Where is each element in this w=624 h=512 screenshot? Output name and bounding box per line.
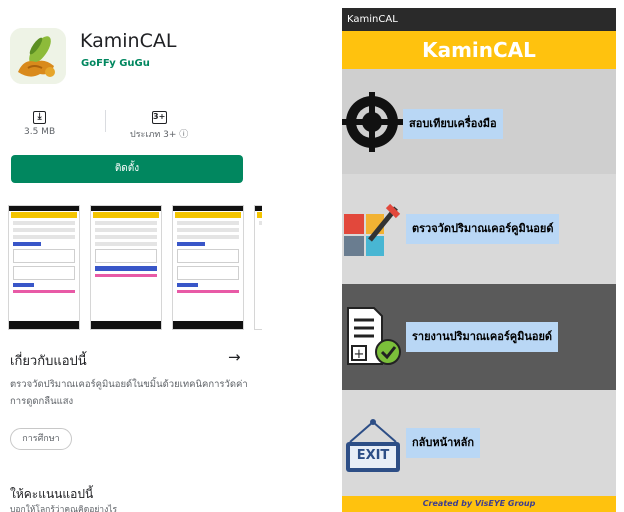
menu-item-label: กลับหน้าหลัก (406, 428, 480, 458)
content-rating-stat[interactable]: 3+ ประเภท 3+ ⓘ (130, 104, 188, 141)
app-icon[interactable] (10, 28, 66, 84)
screenshot-thumbnail[interactable] (90, 205, 162, 330)
size-stat: ⤓ 3.5 MB (24, 104, 55, 137)
color-dropper-icon (344, 200, 402, 262)
about-section-title[interactable]: เกี่ยวกับแอปนี้ (10, 350, 87, 371)
menu-item-report[interactable]: + รายงานปริมาณเคอร์คูมินอยด์ (342, 284, 616, 390)
about-description: ตรวจวัดปริมาณเคอร์คูมินอยด์ในขมิ้นด้วยเท… (10, 379, 248, 407)
screenshot-thumbnail[interactable] (172, 205, 244, 330)
download-size-icon: ⤓ (33, 111, 47, 124)
screenshot-carousel[interactable] (8, 205, 262, 330)
rate-section-subtitle: บอกให้โลกรู้ว่าคุณคิดอย่างไร (10, 505, 118, 512)
app-name: KaminCAL (80, 30, 177, 52)
screenshot-thumbnail[interactable] (254, 205, 262, 330)
content-rating-value: ประเภท 3+ ⓘ (130, 130, 189, 140)
stat-divider (105, 110, 106, 132)
arrow-right-icon[interactable]: → (228, 348, 241, 366)
size-value: 3.5 MB (24, 127, 56, 137)
category-chip[interactable]: การศึกษา (10, 428, 72, 450)
app-footer-credit: Created by VisEYE Group (342, 496, 616, 512)
report-check-icon: + (344, 306, 406, 372)
screenshot-thumbnail[interactable] (8, 205, 80, 330)
crosshair-target-icon (342, 92, 404, 156)
exit-sign-icon: EXIT (344, 412, 402, 480)
app-header-title: KaminCAL (342, 31, 616, 69)
menu-item-measure[interactable]: ตรวจวัดปริมาณเคอร์คูมินอยด์ (342, 174, 616, 284)
screen: KaminCAL GoFFy GuGu ⤓ 3.5 MB 3+ ประเภท 3… (0, 0, 624, 512)
content-rating-icon: 3+ (151, 111, 167, 124)
exit-sign-text: EXIT (356, 448, 390, 463)
menu-item-label: ตรวจวัดปริมาณเคอร์คูมินอยด์ (406, 214, 560, 244)
store-listing: KaminCAL GoFFy GuGu ⤓ 3.5 MB 3+ ประเภท 3… (0, 0, 262, 512)
menu-item-calibrate[interactable]: สอบเทียบเครื่องมือ (342, 69, 616, 174)
menu-item-back-home[interactable]: EXIT กลับหน้าหลัก (342, 390, 616, 496)
app-screenshot: KaminCAL KaminCAL สอบเทียบเครื่องมือ ตรว… (342, 8, 616, 512)
svg-text:+: + (354, 347, 365, 362)
menu-item-label: รายงานปริมาณเคอร์คูมินอยด์ (406, 322, 559, 352)
menu-item-label: สอบเทียบเครื่องมือ (403, 109, 503, 139)
developer-link[interactable]: GoFFy GuGu (81, 58, 150, 69)
install-button[interactable]: ติดตั้ง (11, 155, 243, 183)
app-status-bar: KaminCAL (342, 8, 616, 31)
